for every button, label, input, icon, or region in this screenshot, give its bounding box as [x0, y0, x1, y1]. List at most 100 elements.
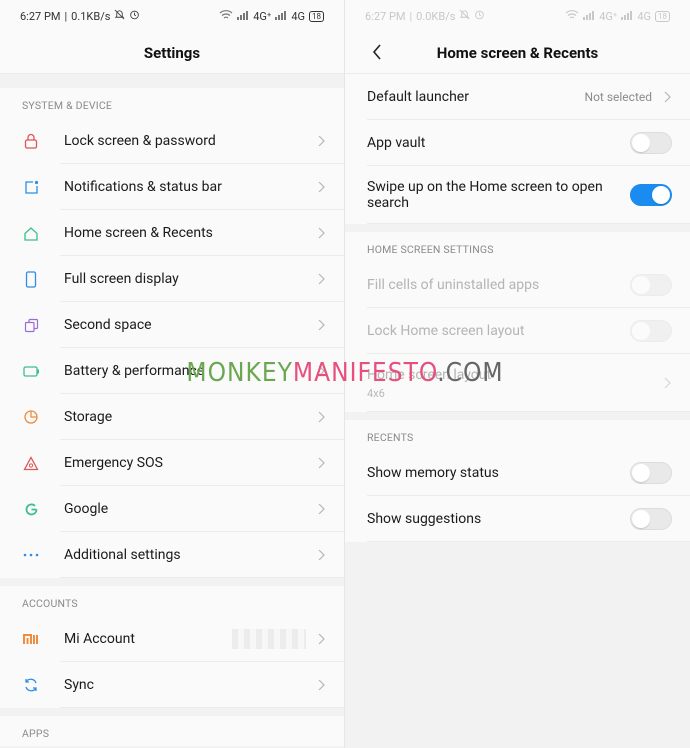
page-title: Home screen & Recents [436, 43, 599, 62]
page-title-bar: Settings [0, 32, 344, 74]
section-header-recents: RECENTS [345, 420, 690, 450]
home-screen-settings-pane: 6:27 PM | 0.0KB/s 4G⁺ 4G 18 Home screen … [345, 0, 690, 748]
settings-item-label: Battery & performance [64, 363, 205, 379]
chevron-right-icon [316, 226, 326, 240]
chevron-right-icon [316, 364, 326, 378]
network-type-1: 4G⁺ [253, 9, 272, 23]
phone-icon [22, 270, 40, 288]
section-header-apps: APPS [0, 716, 344, 746]
section-header-home-screen: HOME SCREEN SETTINGS [345, 232, 690, 262]
row-label: Show suggestions [367, 511, 482, 527]
settings-item-label: Emergency SOS [64, 455, 163, 471]
notification-icon [22, 178, 40, 196]
mute-icon [114, 9, 125, 23]
settings-item-label: Lock screen & password [64, 133, 216, 149]
second-space-icon [22, 316, 40, 334]
chevron-right-icon [316, 632, 326, 646]
battery-indicator: 18 [655, 10, 670, 22]
wifi-icon [219, 9, 233, 23]
chevron-right-icon [316, 318, 326, 332]
account-name-blurred [232, 629, 306, 649]
chevron-right-icon [316, 134, 326, 148]
default-launcher-row[interactable]: Default launcher Not selected [345, 74, 690, 120]
row-label: Fill cells of uninstalled apps [367, 277, 540, 293]
chevron-right-icon [316, 272, 326, 286]
swipe-up-search-toggle[interactable] [630, 184, 672, 206]
settings-item-label: Storage [64, 409, 113, 425]
battery-indicator: 18 [309, 10, 324, 22]
settings-item-sync[interactable]: Sync [0, 662, 344, 708]
settings-item-battery-performance[interactable]: Battery & performance [0, 348, 344, 394]
show-suggestions-row: Show suggestions [345, 496, 690, 542]
home-layout-value: 4x6 [367, 386, 385, 400]
alarm-icon [129, 9, 140, 23]
settings-item-label: Second space [64, 317, 152, 333]
show-suggestions-toggle[interactable] [630, 508, 672, 530]
settings-item-home-screen-recents[interactable]: Home screen & Recents [0, 210, 344, 256]
settings-item-google[interactable]: Google [0, 486, 344, 532]
chevron-right-icon [662, 90, 672, 104]
section-header-accounts: ACCOUNTS [0, 586, 344, 616]
settings-item-full-screen-display[interactable]: Full screen display [0, 256, 344, 302]
status-speed: 0.0KB/s [416, 9, 456, 23]
signal-icon [275, 10, 287, 23]
settings-item-emergency-sos[interactable]: Emergency SOS [0, 440, 344, 486]
settings-item-label: Sync [64, 677, 94, 693]
settings-item-additional-settings[interactable]: Additional settings [0, 532, 344, 578]
chevron-right-icon [316, 180, 326, 194]
signal-icon [621, 10, 633, 23]
settings-pane: 6:27 PM | 0.1KB/s 4G⁺ 4G 18 Settings SYS… [0, 0, 345, 748]
more-icon [22, 546, 40, 564]
app-vault-toggle[interactable] [630, 132, 672, 154]
status-time: 6:27 PM [20, 9, 61, 23]
chevron-right-icon [316, 678, 326, 692]
battery-icon [22, 362, 40, 380]
wifi-icon [565, 9, 579, 23]
google-icon [22, 500, 40, 518]
settings-item-lock-screen-password[interactable]: Lock screen & password [0, 118, 344, 164]
settings-item-notifications-status-bar[interactable]: Notifications & status bar [0, 164, 344, 210]
status-time: 6:27 PM [365, 9, 406, 23]
fill-cells-toggle[interactable] [630, 274, 672, 296]
network-type-2: 4G [637, 9, 651, 23]
back-arrow-icon[interactable] [367, 42, 387, 62]
show-memory-status-row: Show memory status [345, 450, 690, 496]
home-icon [22, 224, 40, 242]
sync-icon [22, 676, 40, 694]
settings-item-label: Google [64, 501, 109, 517]
status-bar: 6:27 PM | 0.1KB/s 4G⁺ 4G 18 [0, 0, 344, 32]
home-screen-layout-row[interactable]: Home screen layout 4x6 [345, 354, 690, 412]
mute-icon [459, 9, 470, 23]
settings-item-second-space[interactable]: Second space [0, 302, 344, 348]
settings-item-label: Mi Account [64, 631, 135, 647]
show-memory-status-toggle[interactable] [630, 462, 672, 484]
signal-icon [583, 10, 595, 23]
row-label: Lock Home screen layout [367, 323, 525, 339]
settings-item-label: Full screen display [64, 271, 179, 287]
section-header-system: SYSTEM & DEVICE [0, 88, 344, 118]
chevron-right-icon [662, 376, 672, 390]
row-label: Swipe up on the Home screen to open sear… [367, 179, 603, 211]
status-speed: 0.1KB/s [71, 9, 111, 23]
lock-home-layout-row: Lock Home screen layout [345, 308, 690, 354]
settings-item-mi-account[interactable]: Mi Account [0, 616, 344, 662]
network-type-2: 4G [291, 9, 305, 23]
alarm-icon [474, 9, 485, 23]
row-label: Show memory status [367, 465, 499, 481]
default-launcher-value: Not selected [584, 90, 652, 104]
row-label: Home screen layout [367, 366, 492, 383]
page-title-bar: Home screen & Recents [345, 32, 690, 74]
screenshot-root: 6:27 PM | 0.1KB/s 4G⁺ 4G 18 Settings SYS… [0, 0, 690, 748]
system-device-list: Lock screen & password Notifications & st… [0, 118, 344, 578]
lock-home-layout-toggle[interactable] [630, 320, 672, 342]
settings-item-storage[interactable]: Storage [0, 394, 344, 440]
status-bar: 6:27 PM | 0.0KB/s 4G⁺ 4G 18 [345, 0, 690, 32]
signal-icon [237, 10, 249, 23]
chevron-right-icon [316, 456, 326, 470]
lock-icon [22, 132, 40, 150]
settings-item-label: Additional settings [64, 547, 181, 563]
chevron-right-icon [316, 548, 326, 562]
mi-icon [22, 630, 40, 648]
row-label: App vault [367, 135, 426, 151]
chevron-right-icon [316, 502, 326, 516]
